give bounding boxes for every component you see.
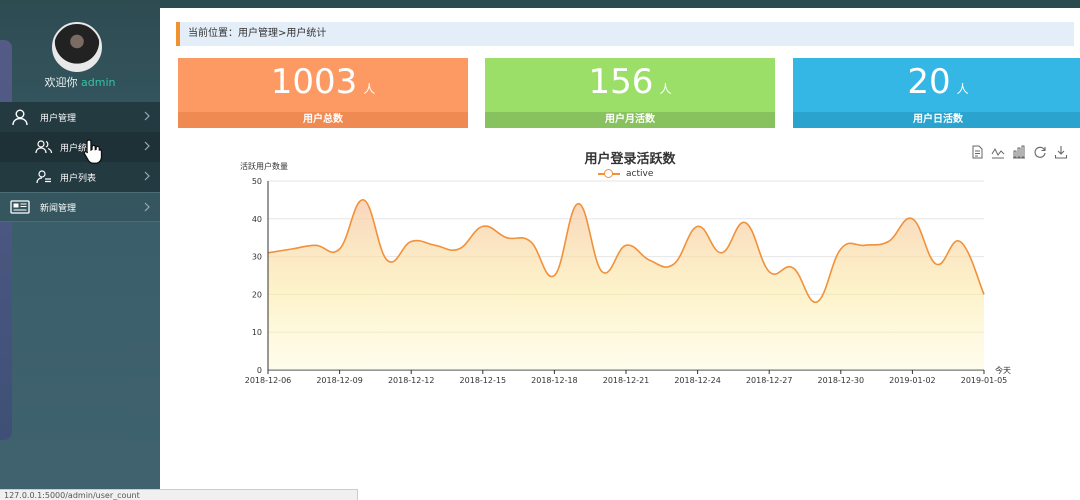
bar-switch-icon[interactable] xyxy=(1012,144,1026,159)
users-icon xyxy=(34,139,54,155)
stat-number: 156 xyxy=(588,62,654,102)
hand-pointer-cursor-icon xyxy=(83,139,103,164)
stat-unit: 人 xyxy=(956,82,969,96)
stat-value: 20 人 xyxy=(793,62,1080,102)
sidebar: 欢迎你 admin 用户管理 用户统 用户列表 新闻管理 xyxy=(0,0,160,500)
welcome-text: 欢迎你 admin xyxy=(0,74,160,90)
data-view-icon[interactable] xyxy=(970,144,984,159)
stat-number: 20 xyxy=(907,62,951,102)
x-tick-label: 2018-12-21 xyxy=(603,376,650,385)
breadcrumb: 当前位置：用户管理>用户统计 xyxy=(176,22,1074,46)
user-icon xyxy=(10,109,30,125)
y-tick-label: 20 xyxy=(252,290,262,299)
stat-value: 1003 人 xyxy=(178,62,468,102)
x-tick-label: 2018-12-24 xyxy=(674,376,721,385)
stat-card-monthly-active: 156 人 用户月活数 xyxy=(485,58,775,128)
news-icon xyxy=(10,199,30,215)
y-tick-label: 0 xyxy=(257,366,262,375)
x-axis-label: 今天 xyxy=(995,365,1011,375)
user-list-icon xyxy=(34,169,54,185)
y-tick-label: 30 xyxy=(252,253,262,262)
chevron-right-icon xyxy=(144,202,150,212)
stat-label: 用户总数 xyxy=(178,112,468,128)
sidebar-item-user-stats[interactable]: 用户统 xyxy=(0,132,160,162)
y-tick-label: 40 xyxy=(252,215,262,224)
stat-unit: 人 xyxy=(659,82,672,96)
x-tick-label: 2018-12-27 xyxy=(746,376,793,385)
x-tick-label: 2018-12-30 xyxy=(818,376,865,385)
stat-card-total-users: 1003 人 用户总数 xyxy=(178,58,468,128)
username: admin xyxy=(81,76,116,89)
stat-label: 用户月活数 xyxy=(485,112,775,128)
chevron-right-icon xyxy=(144,171,150,181)
y-tick-label: 10 xyxy=(252,328,262,337)
sidebar-item-news-management[interactable]: 新闻管理 xyxy=(0,192,160,222)
x-tick-label: 2018-12-15 xyxy=(460,376,507,385)
stat-unit: 人 xyxy=(363,82,376,96)
chart-toolbox xyxy=(970,144,1068,159)
line-chart: 0 10 20 30 40 50 2018-12-06 2018-12-09 2018-12-1… xyxy=(245,177,1011,385)
sidebar-item-label: 用户管理 xyxy=(40,113,77,124)
status-bar-url: 127.0.0.1:5000/admin/user_count xyxy=(0,489,358,500)
avatar[interactable] xyxy=(52,22,102,72)
sidebar-item-label: 用户列表 xyxy=(60,173,97,184)
top-bar xyxy=(0,0,1080,8)
sidebar-edge-decoration xyxy=(0,40,12,440)
stat-card-daily-active: 20 人 用户日活数 xyxy=(793,58,1080,128)
welcome-prefix: 欢迎你 xyxy=(44,76,78,89)
restore-icon[interactable] xyxy=(1033,144,1047,158)
sidebar-item-user-management[interactable]: 用户管理 xyxy=(0,102,160,132)
sidebar-item-label: 新闻管理 xyxy=(40,203,77,214)
stat-label: 用户日活数 xyxy=(793,112,1080,128)
line-switch-icon[interactable] xyxy=(991,144,1005,159)
sidebar-menu: 用户管理 用户统 用户列表 新闻管理 xyxy=(0,102,160,222)
x-tick-label: 2018-12-12 xyxy=(388,376,435,385)
x-tick-label: 2019-01-02 xyxy=(889,376,936,385)
chevron-right-icon xyxy=(144,111,150,121)
stat-number: 1003 xyxy=(270,62,358,102)
x-tick-label: 2019-01-05 xyxy=(961,376,1008,385)
sidebar-item-user-list[interactable]: 用户列表 xyxy=(0,162,160,192)
x-tick-label: 2018-12-09 xyxy=(316,376,363,385)
y-tick-label: 50 xyxy=(252,177,262,186)
chevron-right-icon xyxy=(144,141,150,151)
x-tick-label: 2018-12-06 xyxy=(245,376,292,385)
stat-value: 156 人 xyxy=(485,62,775,102)
chart-title: 用户登录活跃数 xyxy=(584,152,676,167)
download-icon[interactable] xyxy=(1054,144,1068,159)
x-tick-label: 2018-12-18 xyxy=(531,376,578,385)
